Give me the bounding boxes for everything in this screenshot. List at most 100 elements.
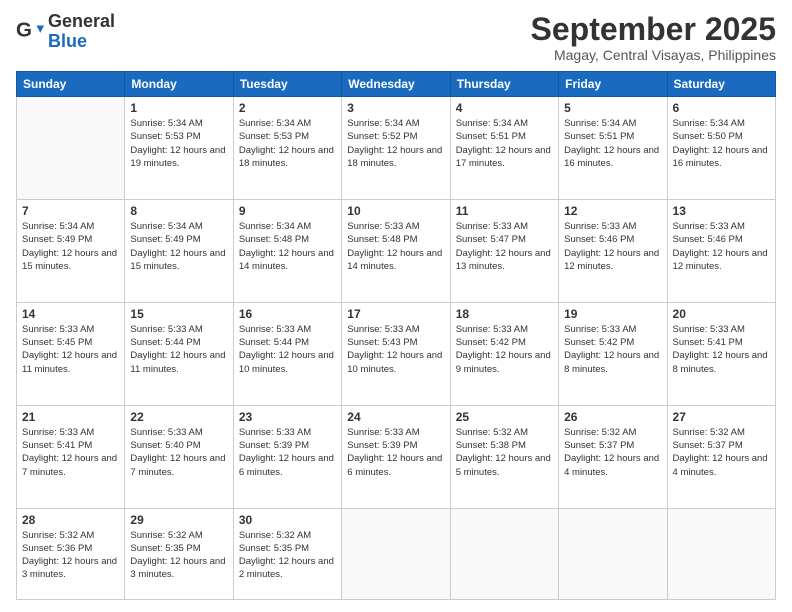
header-monday: Monday xyxy=(125,72,233,97)
day-number: 19 xyxy=(564,307,661,321)
calendar-table: Sunday Monday Tuesday Wednesday Thursday… xyxy=(16,71,776,600)
table-row: 5 Sunrise: 5:34 AMSunset: 5:51 PMDaylight… xyxy=(559,97,667,200)
day-info: Sunrise: 5:32 AMSunset: 5:35 PMDaylight:… xyxy=(239,529,336,582)
table-row: 28 Sunrise: 5:32 AMSunset: 5:36 PMDayligh… xyxy=(17,508,125,599)
header-thursday: Thursday xyxy=(450,72,558,97)
day-info: Sunrise: 5:33 AMSunset: 5:45 PMDaylight:… xyxy=(22,323,119,376)
day-number: 4 xyxy=(456,101,553,115)
day-number: 8 xyxy=(130,204,227,218)
day-number: 15 xyxy=(130,307,227,321)
table-row: 4 Sunrise: 5:34 AMSunset: 5:51 PMDaylight… xyxy=(450,97,558,200)
day-info: Sunrise: 5:34 AMSunset: 5:52 PMDaylight:… xyxy=(347,117,444,170)
table-row: 21 Sunrise: 5:33 AMSunset: 5:41 PMDayligh… xyxy=(17,405,125,508)
day-number: 6 xyxy=(673,101,770,115)
logo-text: General Blue xyxy=(48,12,115,52)
day-info: Sunrise: 5:33 AMSunset: 5:48 PMDaylight:… xyxy=(347,220,444,273)
day-info: Sunrise: 5:34 AMSunset: 5:53 PMDaylight:… xyxy=(239,117,336,170)
table-row: 22 Sunrise: 5:33 AMSunset: 5:40 PMDayligh… xyxy=(125,405,233,508)
day-number: 24 xyxy=(347,410,444,424)
day-number: 17 xyxy=(347,307,444,321)
table-row: 9 Sunrise: 5:34 AMSunset: 5:48 PMDaylight… xyxy=(233,200,341,303)
table-row: 23 Sunrise: 5:33 AMSunset: 5:39 PMDayligh… xyxy=(233,405,341,508)
day-number: 9 xyxy=(239,204,336,218)
table-row xyxy=(667,508,775,599)
table-row: 11 Sunrise: 5:33 AMSunset: 5:47 PMDayligh… xyxy=(450,200,558,303)
header-saturday: Saturday xyxy=(667,72,775,97)
table-row: 10Sunrise: 5:33 AMSunset: 5:48 PMDayligh… xyxy=(342,200,450,303)
table-row: 2Sunrise: 5:34 AMSunset: 5:53 PMDaylight… xyxy=(233,97,341,200)
day-info: Sunrise: 5:34 AMSunset: 5:53 PMDaylight:… xyxy=(130,117,227,170)
day-number: 14 xyxy=(22,307,119,321)
day-number: 25 xyxy=(456,410,553,424)
table-row: 29 Sunrise: 5:32 AMSunset: 5:35 PMDayligh… xyxy=(125,508,233,599)
day-number: 16 xyxy=(239,307,336,321)
day-number: 1 xyxy=(130,101,227,115)
day-number: 23 xyxy=(239,410,336,424)
day-number: 12 xyxy=(564,204,661,218)
day-number: 5 xyxy=(564,101,661,115)
day-info: Sunrise: 5:33 AMSunset: 5:41 PMDaylight:… xyxy=(22,426,119,479)
day-info: Sunrise: 5:33 AMSunset: 5:44 PMDaylight:… xyxy=(239,323,336,376)
day-number: 11 xyxy=(456,204,553,218)
table-row: 1 Sunrise: 5:34 AMSunset: 5:53 PMDaylight… xyxy=(125,97,233,200)
table-row: 18 Sunrise: 5:33 AMSunset: 5:42 PMDayligh… xyxy=(450,302,558,405)
day-info: Sunrise: 5:34 AMSunset: 5:48 PMDaylight:… xyxy=(239,220,336,273)
logo-general: General xyxy=(48,12,115,32)
logo-icon: G xyxy=(16,18,44,46)
table-row xyxy=(342,508,450,599)
day-number: 7 xyxy=(22,204,119,218)
day-info: Sunrise: 5:32 AMSunset: 5:37 PMDaylight:… xyxy=(673,426,770,479)
table-row: 27 Sunrise: 5:32 AMSunset: 5:37 PMDayligh… xyxy=(667,405,775,508)
table-row: 15 Sunrise: 5:33 AMSunset: 5:44 PMDayligh… xyxy=(125,302,233,405)
day-number: 29 xyxy=(130,513,227,527)
day-info: Sunrise: 5:33 AMSunset: 5:40 PMDaylight:… xyxy=(130,426,227,479)
day-info: Sunrise: 5:33 AMSunset: 5:46 PMDaylight:… xyxy=(564,220,661,273)
day-info: Sunrise: 5:33 AMSunset: 5:46 PMDaylight:… xyxy=(673,220,770,273)
day-info: Sunrise: 5:34 AMSunset: 5:50 PMDaylight:… xyxy=(673,117,770,170)
header-wednesday: Wednesday xyxy=(342,72,450,97)
header-friday: Friday xyxy=(559,72,667,97)
day-info: Sunrise: 5:33 AMSunset: 5:41 PMDaylight:… xyxy=(673,323,770,376)
day-number: 20 xyxy=(673,307,770,321)
day-number: 22 xyxy=(130,410,227,424)
table-row: 30 Sunrise: 5:32 AMSunset: 5:35 PMDayligh… xyxy=(233,508,341,599)
day-number: 27 xyxy=(673,410,770,424)
day-info: Sunrise: 5:34 AMSunset: 5:51 PMDaylight:… xyxy=(456,117,553,170)
day-info: Sunrise: 5:34 AMSunset: 5:49 PMDaylight:… xyxy=(130,220,227,273)
header-tuesday: Tuesday xyxy=(233,72,341,97)
day-info: Sunrise: 5:32 AMSunset: 5:36 PMDaylight:… xyxy=(22,529,119,582)
table-row: 3 Sunrise: 5:34 AMSunset: 5:52 PMDaylight… xyxy=(342,97,450,200)
calendar-header-row: Sunday Monday Tuesday Wednesday Thursday… xyxy=(17,72,776,97)
day-info: Sunrise: 5:33 AMSunset: 5:47 PMDaylight:… xyxy=(456,220,553,273)
table-row: 8 Sunrise: 5:34 AMSunset: 5:49 PMDaylight… xyxy=(125,200,233,303)
day-number: 18 xyxy=(456,307,553,321)
table-row: 26Sunrise: 5:32 AMSunset: 5:37 PMDayligh… xyxy=(559,405,667,508)
logo-blue: Blue xyxy=(48,32,115,52)
day-info: Sunrise: 5:33 AMSunset: 5:44 PMDaylight:… xyxy=(130,323,227,376)
table-row xyxy=(17,97,125,200)
page-header: G General Blue September 2025 Magay, Cen… xyxy=(16,12,776,63)
header-sunday: Sunday xyxy=(17,72,125,97)
day-info: Sunrise: 5:32 AMSunset: 5:35 PMDaylight:… xyxy=(130,529,227,582)
table-row: 7 Sunrise: 5:34 AMSunset: 5:49 PMDaylight… xyxy=(17,200,125,303)
day-number: 26 xyxy=(564,410,661,424)
day-info: Sunrise: 5:33 AMSunset: 5:39 PMDaylight:… xyxy=(239,426,336,479)
day-number: 28 xyxy=(22,513,119,527)
day-info: Sunrise: 5:33 AMSunset: 5:42 PMDaylight:… xyxy=(456,323,553,376)
table-row: 17 Sunrise: 5:33 AMSunset: 5:43 PMDayligh… xyxy=(342,302,450,405)
day-info: Sunrise: 5:34 AMSunset: 5:51 PMDaylight:… xyxy=(564,117,661,170)
table-row: 20 Sunrise: 5:33 AMSunset: 5:41 PMDayligh… xyxy=(667,302,775,405)
table-row: 19Sunrise: 5:33 AMSunset: 5:42 PMDayligh… xyxy=(559,302,667,405)
table-row: 16 Sunrise: 5:33 AMSunset: 5:44 PMDayligh… xyxy=(233,302,341,405)
day-number: 30 xyxy=(239,513,336,527)
table-row: 14 Sunrise: 5:33 AMSunset: 5:45 PMDayligh… xyxy=(17,302,125,405)
table-row: 13Sunrise: 5:33 AMSunset: 5:46 PMDayligh… xyxy=(667,200,775,303)
day-number: 21 xyxy=(22,410,119,424)
day-number: 3 xyxy=(347,101,444,115)
day-info: Sunrise: 5:33 AMSunset: 5:43 PMDaylight:… xyxy=(347,323,444,376)
title-section: September 2025 Magay, Central Visayas, P… xyxy=(531,12,776,63)
month-title: September 2025 xyxy=(531,12,776,47)
day-info: Sunrise: 5:34 AMSunset: 5:49 PMDaylight:… xyxy=(22,220,119,273)
day-info: Sunrise: 5:33 AMSunset: 5:39 PMDaylight:… xyxy=(347,426,444,479)
table-row: 12 Sunrise: 5:33 AMSunset: 5:46 PMDayligh… xyxy=(559,200,667,303)
